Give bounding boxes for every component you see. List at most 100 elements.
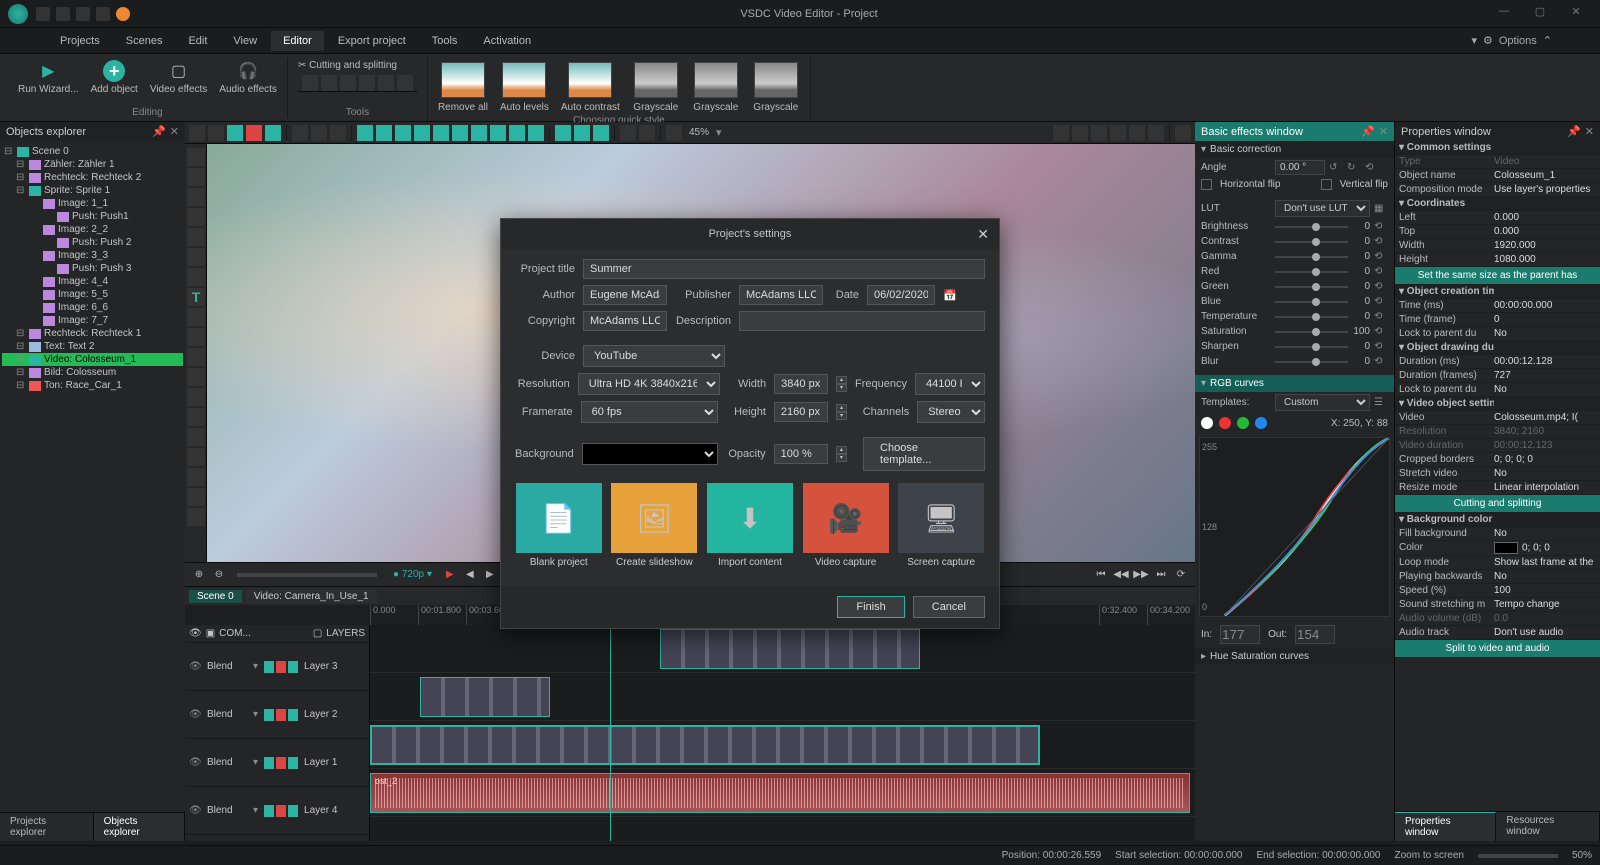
date-input[interactable] [867,285,935,305]
close-icon[interactable]: ✕ [977,226,989,243]
reset-icon[interactable]: ⟲ [1365,162,1379,173]
background-select[interactable] [582,443,718,465]
tool-icon[interactable] [187,348,205,366]
eye-icon[interactable]: 👁 [189,709,201,720]
options-label[interactable]: Options [1499,35,1537,47]
tool-icon[interactable] [187,488,205,506]
property-row[interactable]: Object nameColosseum_1 [1395,169,1600,183]
hflip-checkbox[interactable] [1201,179,1212,190]
tool-icon[interactable] [246,125,262,141]
gear-icon[interactable] [1175,125,1191,141]
property-row[interactable]: Audio trackDon't use audio [1395,626,1600,640]
property-row[interactable]: Audio volume (dB)0.0 [1395,612,1600,626]
loop-icon[interactable]: ⟳ [1173,567,1189,583]
add-object-button[interactable]: Add object [87,58,142,97]
template-card[interactable]: ⬇Import content [706,483,794,568]
tree-node[interactable]: Image: 4_4 [2,275,183,288]
tree-node[interactable]: ⊟Rechteck: Rechteck 1 [2,327,183,340]
tool-icon[interactable] [321,75,337,91]
go-start-icon[interactable]: ⏮ [1093,567,1109,583]
tab-projects-explorer[interactable]: Projects explorer [0,813,94,841]
tool-icon[interactable] [302,75,318,91]
tool-icon[interactable] [395,125,411,141]
tree-node[interactable]: Image: 6_6 [2,301,183,314]
tree-node[interactable]: ⊟Bild: Colosseum [2,366,183,379]
browse-icon[interactable]: ▦ [1374,203,1388,214]
shape-tool-icon[interactable] [187,228,205,246]
tree-node[interactable]: ⊟Text: Text 2 [2,340,183,353]
rgb-curves-graph[interactable]: 2551280 [1199,437,1390,617]
reset-icon[interactable]: ⟲ [1374,221,1388,232]
video-clip-selected[interactable] [370,725,1040,765]
gear-icon[interactable]: ⚙ [1483,34,1493,47]
property-row[interactable]: Fill backgroundNo [1395,527,1600,541]
template-card[interactable]: 🖼Create slideshow [611,483,699,568]
tool-icon[interactable] [433,125,449,141]
run-wizard-button[interactable]: ▶Run Wizard... [14,58,83,97]
spinner-down[interactable]: ▾ [836,454,847,462]
template-card[interactable]: 📄Blank project [515,483,603,568]
blue-slider[interactable] [1275,301,1348,303]
tool-icon[interactable] [620,125,636,141]
tree-node[interactable]: ⊟Video: Colosseum_1 [2,353,183,366]
tab-objects-explorer[interactable]: Objects explorer [94,813,185,841]
tool-icon[interactable] [187,468,205,486]
step-back-icon[interactable]: ◀◀ [1113,567,1129,583]
temperature-slider[interactable] [1275,316,1348,318]
tool-icon[interactable] [1129,125,1145,141]
property-row[interactable]: Video duration00:00:12.123 [1395,439,1600,453]
tool-icon[interactable] [359,75,375,91]
author-input[interactable] [583,285,667,305]
style-auto-contrast[interactable]: Auto contrast [557,58,624,115]
reset-icon[interactable]: ⟲ [1374,326,1388,337]
tool-icon[interactable] [189,125,205,141]
close-icon[interactable]: ✕ [170,125,179,138]
cursor-tool-icon[interactable] [187,148,205,166]
lut-select[interactable]: Don't use LUT [1275,200,1370,217]
scrubber[interactable] [237,573,377,577]
tool-icon[interactable] [471,125,487,141]
blend-mode[interactable]: Blend [207,661,247,672]
tree-node[interactable]: ⊟Zähler: Zähler 1 [2,158,183,171]
property-row[interactable]: Time (frame)0 [1395,313,1600,327]
sharpen-slider[interactable] [1275,346,1348,348]
pin-icon[interactable]: 📌 [152,125,166,138]
action-button[interactable]: Set the same size as the parent has [1395,267,1600,285]
property-row[interactable]: Stretch videoNo [1395,467,1600,481]
playhead[interactable] [610,625,611,841]
eye-icon[interactable]: 👁 [189,757,201,768]
qat-icon[interactable] [36,7,50,21]
spinner-down[interactable]: ▾ [836,384,847,392]
tree-node[interactable]: Push: Push1 [2,210,183,223]
property-row[interactable]: Height1080.000 [1395,253,1600,267]
go-end-icon[interactable]: ⏭ [1153,567,1169,583]
menu-tools[interactable]: Tools [420,31,470,51]
reset-icon[interactable]: ⟲ [1374,236,1388,247]
style-grayscale[interactable]: Grayscale [748,58,804,115]
tree-node[interactable]: Image: 3_3 [2,249,183,262]
property-row[interactable]: Sound stretching mTempo change [1395,598,1600,612]
tool-icon[interactable] [292,125,308,141]
tree-node[interactable]: ⊟Rechteck: Rechteck 2 [2,171,183,184]
tool-icon[interactable] [187,328,205,346]
vflip-checkbox[interactable] [1321,179,1332,190]
description-input[interactable] [739,311,985,331]
opacity-input[interactable] [774,444,828,464]
menu-export[interactable]: Export project [326,31,418,51]
tree-node[interactable]: Image: 2_2 [2,223,183,236]
property-row[interactable]: Time (ms)00:00:00.000 [1395,299,1600,313]
record-icon[interactable] [116,7,130,21]
audio-effects-button[interactable]: 🎧Audio effects [215,58,281,97]
tool-icon[interactable] [1148,125,1164,141]
spinner-up[interactable]: ▴ [836,376,847,384]
object-tree[interactable]: ⊟Scene 0⊟Zähler: Zähler 1⊟Rechteck: Rech… [0,141,185,812]
next-frame-icon[interactable]: ▶ [482,567,498,583]
property-row[interactable]: Resize modeLinear interpolation [1395,481,1600,495]
red-slider[interactable] [1275,271,1348,273]
tool-icon[interactable] [1110,125,1126,141]
menu-edit[interactable]: Edit [176,31,219,51]
reset-icon[interactable]: ⟲ [1374,356,1388,367]
tool-icon[interactable] [574,125,590,141]
property-row[interactable]: Resolution3840; 2160 [1395,425,1600,439]
choose-template-button[interactable]: Choose template... [863,437,985,471]
